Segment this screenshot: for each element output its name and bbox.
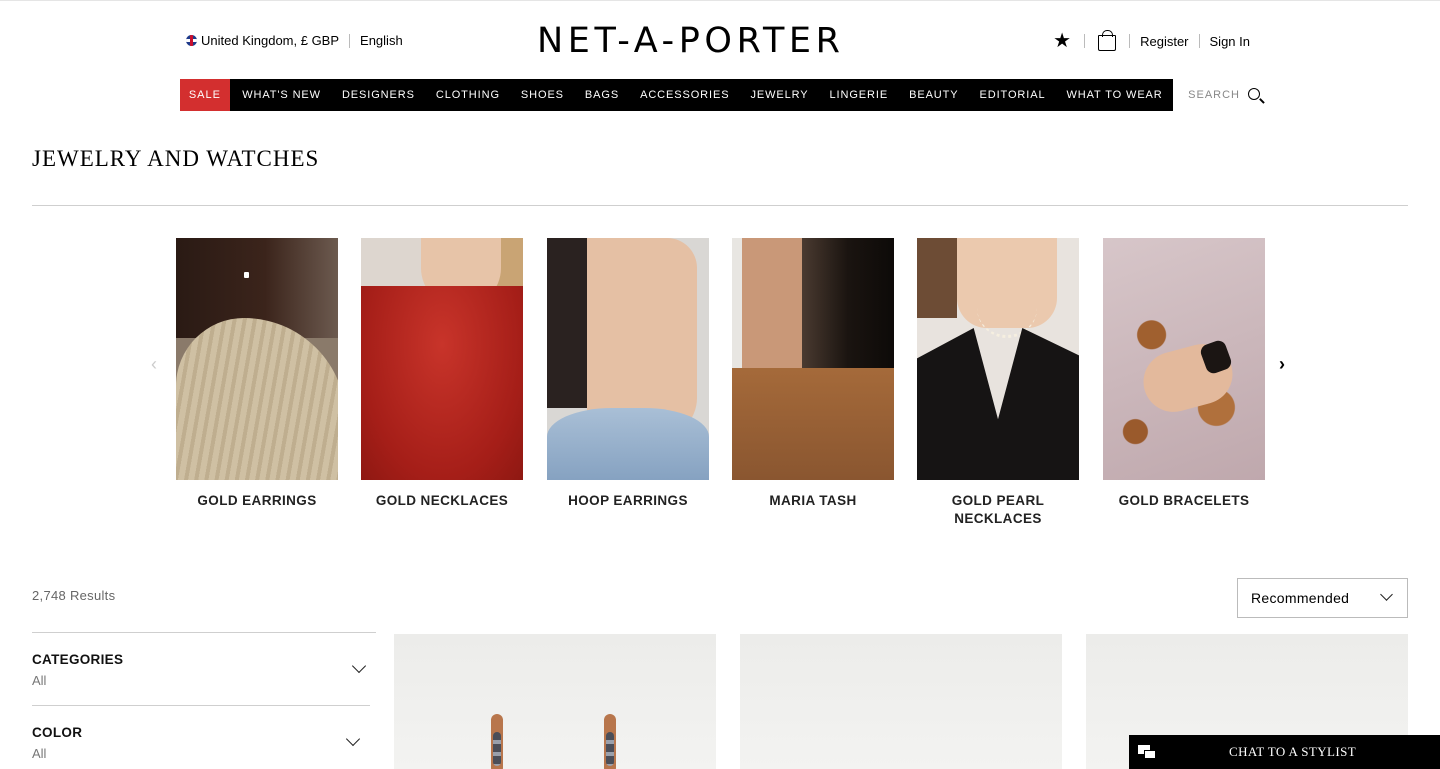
nav-item-designers[interactable]: DESIGNERS [331, 89, 425, 101]
register-link[interactable]: Register [1140, 34, 1188, 49]
filter-categories[interactable]: CATEGORIES All [32, 632, 376, 705]
tile-image[interactable] [176, 238, 338, 480]
chat-label[interactable]: CHAT TO A STYLIST [1229, 744, 1356, 760]
locale-selector[interactable]: United Kingdom, £ GBP English [186, 33, 403, 48]
star-icon: ★ [1053, 30, 1072, 52]
product-card[interactable] [740, 634, 1062, 769]
chat-icon [1138, 745, 1156, 759]
search-icon[interactable] [1248, 88, 1260, 100]
filter-value: All [32, 673, 47, 688]
sign-in-link[interactable]: Sign In [1210, 34, 1250, 49]
product-card[interactable] [394, 634, 716, 769]
chevron-left-icon: ‹ [151, 353, 157, 374]
sort-selected-value[interactable]: Recommended [1251, 590, 1349, 606]
nav-item-sale[interactable]: SALE [180, 79, 230, 111]
search-box[interactable]: SEARCH [1173, 79, 1260, 111]
tile-label[interactable]: GOLD EARRINGS [176, 492, 338, 510]
carousel-next-button[interactable]: › [1274, 353, 1290, 374]
search-label[interactable]: SEARCH [1188, 89, 1240, 101]
divider [1198, 34, 1200, 48]
tile-label[interactable]: HOOP EARRINGS [547, 492, 709, 510]
chat-to-stylist-button[interactable]: CHAT TO A STYLIST [1129, 735, 1440, 769]
filter-title[interactable]: COLOR [32, 725, 370, 740]
filter-value: All [32, 746, 47, 761]
tile-image[interactable] [732, 238, 894, 480]
carousel-prev-button[interactable]: ‹ [146, 353, 162, 374]
site-logo[interactable]: NET-A-PORTER [537, 21, 903, 61]
nav-item-what-to-wear[interactable]: WHAT TO WEAR [1056, 89, 1173, 101]
bag-icon [1098, 29, 1117, 51]
tile-image[interactable] [547, 238, 709, 480]
nav-item-jewelry[interactable]: JEWELRY [740, 89, 819, 101]
wishlist-button[interactable]: ★ [1050, 29, 1074, 53]
tile-image[interactable] [361, 238, 523, 480]
nav-item-bags[interactable]: BAGS [574, 89, 629, 101]
tile-label[interactable]: MARIA TASH [732, 492, 894, 510]
nav-item-shoes[interactable]: SHOES [510, 89, 574, 101]
carousel-tile-gold-earrings[interactable]: GOLD EARRINGS [176, 238, 338, 510]
flag-uk-icon [186, 35, 197, 46]
filter-title[interactable]: CATEGORIES [32, 652, 376, 667]
product-image [604, 714, 616, 769]
chevron-down-icon[interactable] [1380, 588, 1393, 601]
divider [349, 33, 351, 48]
product-image [491, 714, 503, 769]
tile-label[interactable]: GOLD BRACELETS [1103, 492, 1265, 510]
carousel-tile-gold-necklaces[interactable]: GOLD NECKLACES [361, 238, 523, 510]
divider [1084, 34, 1086, 48]
header: United Kingdom, £ GBP English NET-A-PORT… [0, 0, 1440, 79]
user-actions: ★ Register Sign In [1050, 29, 1250, 53]
nav-item-clothing[interactable]: CLOTHING [425, 89, 510, 101]
filter-panel: CATEGORIES All COLOR All [32, 632, 376, 769]
language-selector[interactable]: English [360, 33, 403, 48]
tile-label[interactable]: GOLD NECKLACES [361, 492, 523, 510]
carousel-tile-gold-bracelets[interactable]: GOLD BRACELETS [1103, 238, 1265, 510]
tile-label[interactable]: GOLD PEARL NECKLACES [917, 492, 1079, 528]
nav-item-beauty[interactable]: BEAUTY [899, 89, 969, 101]
title-divider [32, 205, 1408, 206]
chevron-right-icon: › [1279, 353, 1285, 374]
category-carousel: ‹ GOLD EARRINGS GOLD NECKLACES HOOP EARR… [0, 238, 1440, 538]
tile-image[interactable] [1103, 238, 1265, 480]
carousel-tile-maria-tash[interactable]: MARIA TASH [732, 238, 894, 510]
filter-color[interactable]: COLOR All [32, 705, 370, 769]
carousel-tile-hoop-earrings[interactable]: HOOP EARRINGS [547, 238, 709, 510]
page-title: JEWELRY AND WATCHES [32, 146, 320, 171]
nav-item-whats-new[interactable]: WHAT'S NEW [232, 89, 332, 101]
nav-bar: SALE WHAT'S NEW DESIGNERS CLOTHING SHOES… [180, 79, 1260, 111]
main-nav: SALE WHAT'S NEW DESIGNERS CLOTHING SHOES… [0, 79, 1440, 111]
results-count: 2,748 Results [32, 588, 116, 603]
shopping-bag-button[interactable] [1095, 29, 1119, 53]
carousel-tile-gold-pearl-necklaces[interactable]: GOLD PEARL NECKLACES [917, 238, 1079, 528]
country-currency[interactable]: United Kingdom, £ GBP [201, 33, 339, 48]
divider [1129, 34, 1131, 48]
sort-dropdown[interactable]: Recommended [1237, 578, 1408, 618]
nav-item-accessories[interactable]: ACCESSORIES [630, 89, 740, 101]
nav-item-lingerie[interactable]: LINGERIE [819, 89, 899, 101]
nav-item-editorial[interactable]: EDITORIAL [969, 89, 1056, 101]
tile-image[interactable] [917, 238, 1079, 480]
